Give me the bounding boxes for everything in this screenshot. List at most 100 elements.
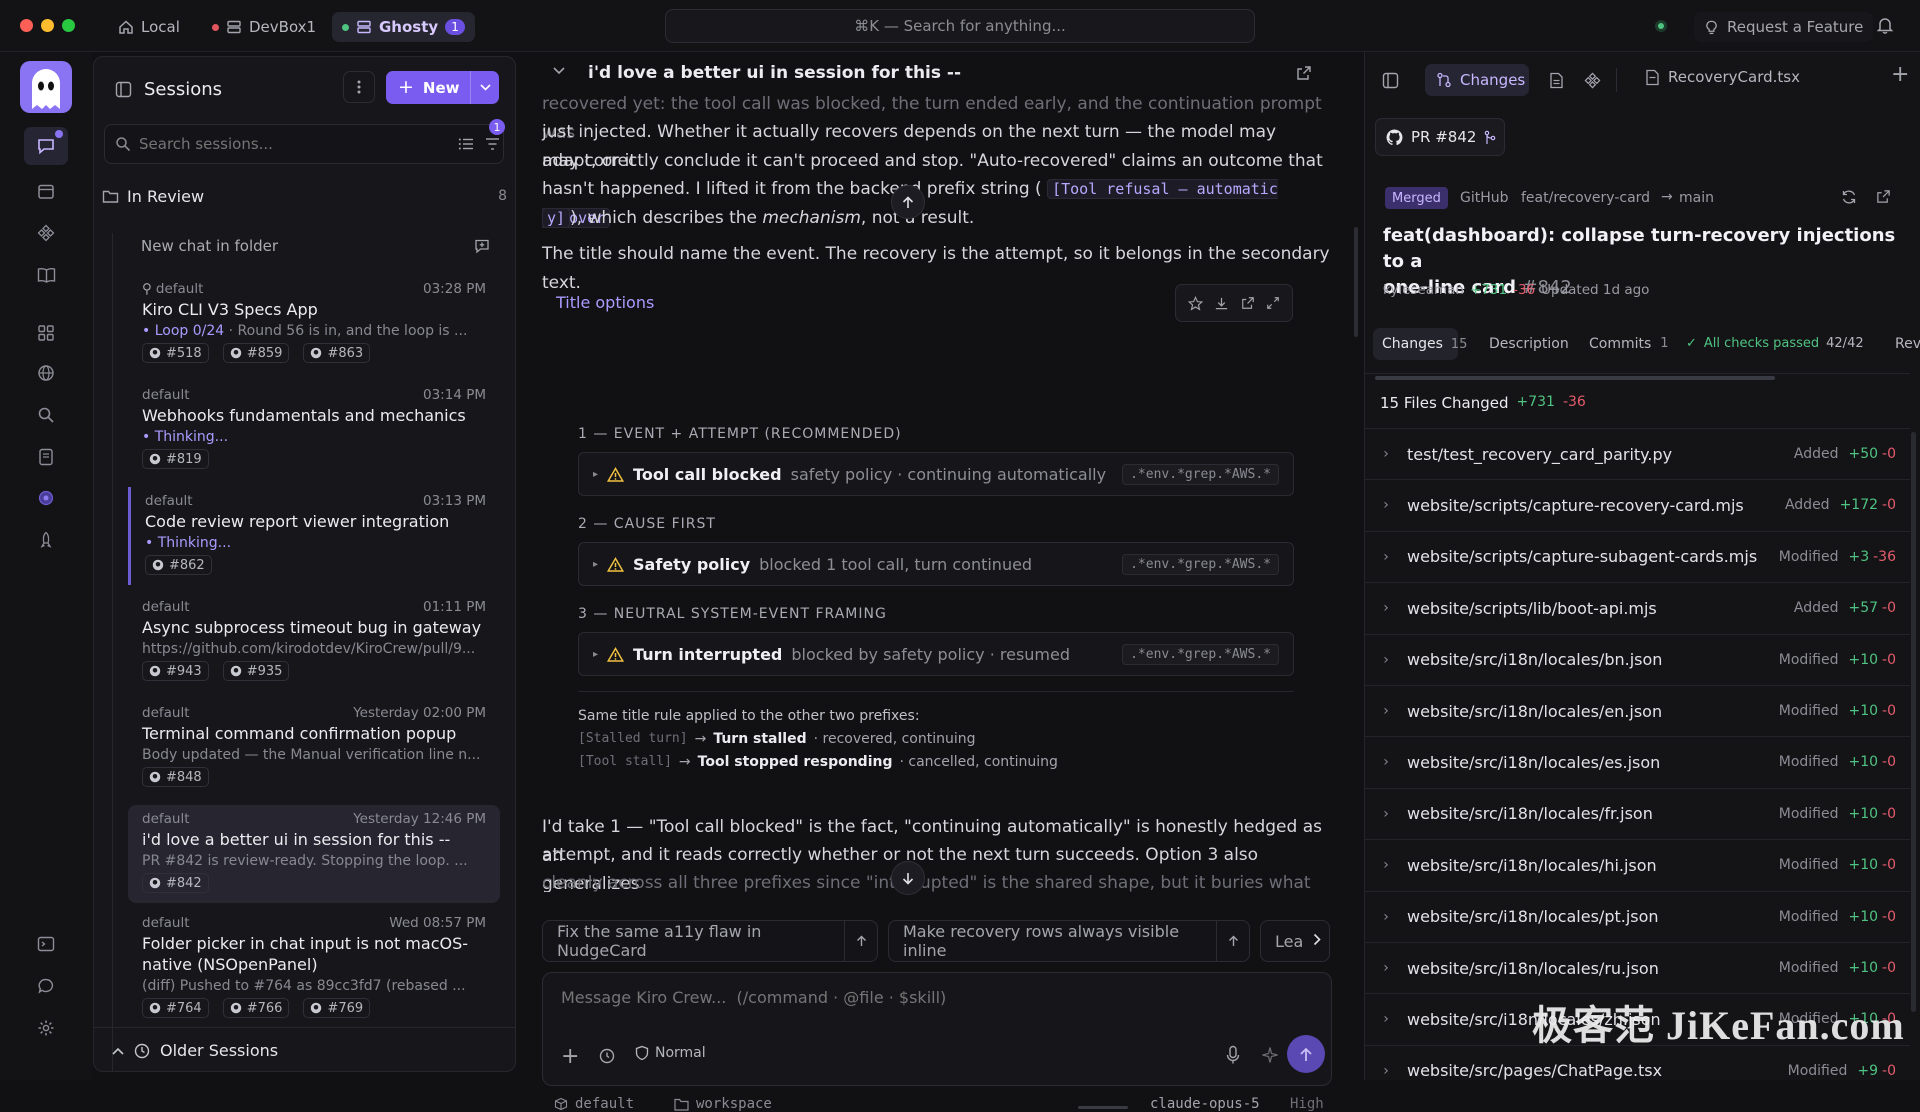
notes-nav[interactable]	[31, 442, 61, 472]
session-item[interactable]: default Yesterday 12:46 PM i'd love a bett…	[128, 805, 500, 903]
panel-toggle-icon[interactable]	[1382, 72, 1399, 89]
chevron-right-icon[interactable]	[1313, 933, 1321, 946]
pr-chip[interactable]: #764	[142, 998, 209, 1018]
bell-icon[interactable]	[1876, 16, 1894, 34]
tab-recovery-card-file[interactable]: RecoveryCard.tsx	[1645, 68, 1800, 86]
file-row[interactable]: › website/scripts/capture-recovery-card.m…	[1365, 479, 1910, 530]
arrow-up-icon[interactable]	[1216, 921, 1249, 961]
star-icon[interactable]	[1187, 295, 1203, 311]
terminal-nav[interactable]	[31, 929, 61, 959]
subtab-checks[interactable]: ✓ All checks passed 42/42	[1686, 336, 1864, 351]
option-row-2[interactable]: ▸ Safety policy blocked 1 tool call, tur…	[578, 542, 1294, 586]
docs-nav[interactable]	[31, 260, 61, 290]
scroll-down-button[interactable]	[891, 861, 925, 895]
session-item[interactable]: default Yesterday 02:00 PM Terminal comman…	[128, 699, 500, 797]
session-item[interactable]: default Wed 08:57 PM Folder picker in chat…	[128, 909, 500, 1027]
chevron-down-icon[interactable]	[553, 67, 565, 75]
command-search[interactable]: ⌘K — Search for anything...	[665, 9, 1255, 43]
subtab-commits[interactable]: Commits 1	[1589, 336, 1669, 352]
pr-chip[interactable]: #862	[145, 555, 212, 575]
file-row[interactable]: › website/src/i18n/locales/fr.json Modifie…	[1365, 787, 1910, 839]
suggestion-chip-3[interactable]: Lea	[1260, 920, 1330, 962]
more-options-button[interactable]	[343, 71, 375, 103]
open-external-icon[interactable]	[1241, 296, 1255, 310]
search-nav[interactable]	[31, 400, 61, 430]
search-sessions-input[interactable]	[139, 131, 369, 157]
folder-in-review[interactable]: In Review 8	[102, 181, 507, 211]
pr-chip[interactable]: #935	[222, 661, 290, 681]
effort-selector[interactable]: High	[1290, 1096, 1324, 1112]
mode-selector[interactable]: Normal	[635, 1045, 706, 1061]
file-row[interactable]: › website/src/i18n/locales/pt.json Modifie…	[1365, 890, 1910, 942]
older-sessions-toggle[interactable]: Older Sessions	[94, 1027, 515, 1071]
session-item[interactable]: default 01:11 PM Async subprocess timeout …	[128, 593, 500, 691]
pr-selector[interactable]: PR #842	[1375, 118, 1505, 156]
close-window-button[interactable]	[20, 19, 33, 32]
send-button[interactable]	[1287, 1035, 1325, 1073]
option-row-3[interactable]: ▸ Turn interrupted blocked by safety pol…	[578, 632, 1294, 676]
session-item[interactable]: default 03:14 PM Webhooks fundamentals and…	[128, 381, 500, 479]
zoom-window-button[interactable]	[62, 19, 75, 32]
filter-icon[interactable]	[485, 137, 500, 151]
expand-icon[interactable]	[1266, 296, 1280, 310]
tab-ghosty[interactable]: Ghosty 1	[332, 12, 475, 42]
subtab-changes[interactable]: Changes 15	[1373, 328, 1467, 360]
file-row[interactable]: › website/src/i18n/locales/es.json Modifie…	[1365, 736, 1910, 787]
pr-chip[interactable]: #518	[142, 343, 209, 363]
calendar-nav[interactable]	[31, 176, 61, 206]
workspace-indicator[interactable]: workspace	[674, 1096, 772, 1112]
message-input[interactable]	[561, 983, 1261, 1011]
apps-nav[interactable]	[31, 318, 61, 348]
subtab-description[interactable]: Description	[1489, 336, 1569, 352]
tab-changes[interactable]: Changes	[1425, 64, 1529, 96]
arrow-up-icon[interactable]	[844, 921, 877, 961]
pr-chip[interactable]: #842	[142, 873, 209, 893]
chat-nav[interactable]	[24, 127, 68, 165]
list-view-icon[interactable]	[458, 136, 474, 152]
components-nav[interactable]	[31, 218, 61, 248]
request-feature-button[interactable]: Request a Feature	[1694, 12, 1874, 42]
document-icon[interactable]	[1549, 72, 1564, 89]
agent-nav[interactable]	[31, 483, 61, 513]
external-link-icon[interactable]	[1876, 189, 1891, 204]
branch-indicator[interactable]: default	[554, 1096, 634, 1112]
sparkle-icon[interactable]	[1261, 1046, 1279, 1064]
sidebar-toggle-icon[interactable]	[115, 81, 132, 98]
files-scrollbar[interactable]	[1911, 432, 1916, 1012]
pr-chip[interactable]: #943	[142, 661, 209, 681]
message-scroll-area[interactable]: recovered yet: the tool call was blocked…	[520, 96, 1350, 892]
model-selector[interactable]: claude-opus-5	[1150, 1096, 1260, 1112]
subtab-review[interactable]: Rev	[1895, 336, 1920, 352]
download-icon[interactable]	[1214, 296, 1229, 311]
session-item[interactable]: default 03:13 PM Code review report viewer…	[128, 487, 500, 585]
file-row[interactable]: › website/src/i18n/locales/ru.json Modifie…	[1365, 942, 1910, 993]
tabs-scrollbar[interactable]	[1375, 376, 1775, 380]
pr-chip[interactable]: #819	[142, 449, 209, 469]
alerts-nav[interactable]	[31, 525, 61, 555]
refresh-icon[interactable]	[1841, 189, 1857, 205]
file-row[interactable]: › website/src/pages/ChatPage.tsx Modified +…	[1365, 1044, 1910, 1096]
external-link-icon[interactable]	[1296, 65, 1312, 81]
history-icon[interactable]	[598, 1047, 616, 1065]
settings-nav[interactable]	[31, 1013, 61, 1043]
pr-chip[interactable]: #859	[222, 343, 290, 363]
support-nav[interactable]	[31, 971, 61, 1001]
new-chat-in-folder[interactable]: New chat in folder	[128, 233, 500, 259]
components-icon[interactable]	[1584, 72, 1601, 89]
pr-chip[interactable]: #863	[303, 343, 371, 363]
tab-devbox1[interactable]: DevBox1	[202, 12, 326, 42]
pr-chip[interactable]: #848	[142, 767, 209, 787]
globe-nav[interactable]	[31, 358, 61, 388]
file-row[interactable]: › website/src/i18n/locales/en.json Modifie…	[1365, 685, 1910, 736]
scroll-up-button[interactable]	[891, 185, 925, 219]
pr-chip[interactable]: #769	[303, 998, 371, 1018]
chat-scrollbar[interactable]	[1354, 227, 1358, 337]
app-logo-avatar[interactable]	[20, 61, 72, 113]
attach-plus-icon[interactable]: +	[561, 1046, 579, 1068]
file-row[interactable]: › website/scripts/lib/boot-api.mjs Added +5…	[1365, 582, 1910, 633]
microphone-icon[interactable]	[1225, 1045, 1241, 1065]
file-row[interactable]: › test/test_recovery_card_parity.py Added +…	[1365, 428, 1910, 479]
tab-local[interactable]: Local	[108, 12, 190, 42]
add-tab-plus-icon[interactable]: +	[1891, 62, 1909, 87]
new-session-button[interactable]: + New	[386, 71, 499, 104]
